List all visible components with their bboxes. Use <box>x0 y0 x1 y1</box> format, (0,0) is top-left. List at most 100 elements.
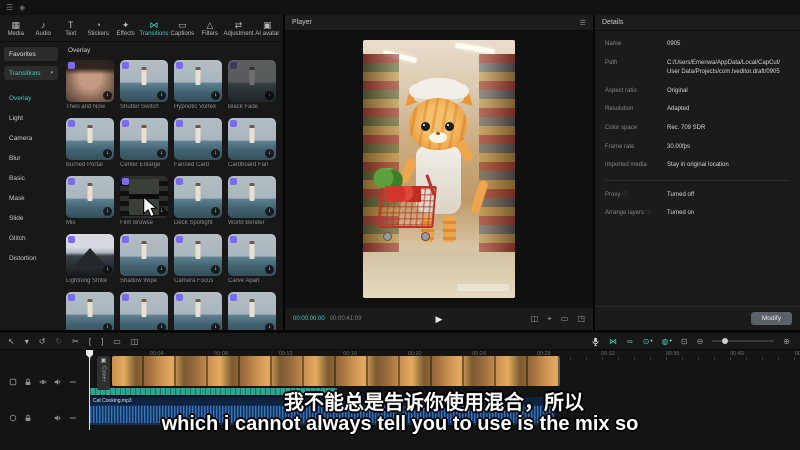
lock-icon[interactable] <box>24 414 32 422</box>
freeze-button[interactable]: ◫ <box>131 337 139 346</box>
zoom-in-icon[interactable]: ⊕ <box>783 337 790 346</box>
transition-item[interactable]: ↓ <box>228 292 276 330</box>
mute-icon[interactable] <box>54 414 62 422</box>
transition-item[interactable]: ↓ <box>120 292 168 330</box>
transition-thumbnail[interactable]: ↓ <box>228 118 276 160</box>
zoom-out-icon[interactable]: ⊖ <box>697 337 704 346</box>
transition-thumbnail[interactable]: ↓ <box>120 234 168 276</box>
transition-thumbnail[interactable]: ↓ <box>66 292 114 330</box>
transition-item[interactable]: ↓ Cardboard Fan <box>228 118 276 168</box>
transition-thumbnail[interactable]: ↓ <box>228 292 276 330</box>
transition-thumbnail[interactable]: ↓ <box>174 176 222 218</box>
capcut-window: ☰ ◈ ▦ Media ♪ Audio T Text ◔ Stickers ✦ <box>0 0 800 450</box>
mute-icon[interactable] <box>54 378 62 386</box>
screen-icon[interactable]: ⊡ <box>681 337 688 346</box>
transition-item[interactable]: ↓ Hypnotic Vortex <box>174 60 222 110</box>
timeline-zoom-slider[interactable] <box>712 340 774 342</box>
transition-thumbnail[interactable]: ↓ <box>66 176 114 218</box>
sidebar-item-mask[interactable]: Mask <box>0 188 62 208</box>
transition-thumbnail[interactable]: ↓ <box>228 176 276 218</box>
transition-item[interactable]: ↓ Lightning Strike <box>66 234 114 284</box>
transition-thumbnail[interactable]: ↓ <box>120 292 168 330</box>
select-tool[interactable]: ↖ <box>8 337 15 346</box>
transition-thumbnail[interactable]: ↓ <box>120 118 168 160</box>
favorites-button[interactable]: Favorites <box>4 47 58 61</box>
transition-item[interactable]: ↓ Shadow Wipe <box>120 234 168 284</box>
details-body: Name 0905 Path C:/Users/Emenwa/AppData/L… <box>595 31 800 237</box>
record-voiceover-icon[interactable] <box>591 337 600 346</box>
transition-item[interactable]: ↓ Center Enlarge <box>120 118 168 168</box>
preview-axis-toggle[interactable]: ⊙▾ <box>643 337 653 346</box>
transition-item[interactable]: ↓ Carve Apart <box>228 234 276 284</box>
linking-toggle[interactable]: ∞ <box>627 337 634 346</box>
transition-thumbnail[interactable]: ↓ <box>120 60 168 102</box>
tab-transitions[interactable]: ⋈ Transitions <box>139 20 168 37</box>
hide-track-icon[interactable] <box>39 378 47 386</box>
tab-text[interactable]: T Text <box>57 20 84 37</box>
sidebar-item-glitch[interactable]: Glitch <box>0 228 62 248</box>
transition-item[interactable]: ↓ Shutter Switch <box>120 60 168 110</box>
zoom-slider-knob[interactable] <box>722 338 728 344</box>
transition-item[interactable]: ↓ <box>174 292 222 330</box>
lock-icon[interactable] <box>24 378 32 386</box>
tab-filters[interactable]: △ Filters <box>196 20 223 37</box>
transition-item[interactable]: ↓ Camera Focus <box>174 234 222 284</box>
transition-item[interactable]: ↓ Burned Portal <box>66 118 114 168</box>
transition-item[interactable]: ↓ Mix <box>66 176 114 226</box>
player-menu-icon[interactable]: ☰ <box>580 19 586 27</box>
delete-button[interactable]: ▭ <box>113 337 121 346</box>
tab-audio[interactable]: ♪ Audio <box>29 20 56 37</box>
tab-stickers[interactable]: ◔ Stickers <box>84 20 111 37</box>
tab-adjustment[interactable]: ⇄ Adjustment <box>224 20 254 37</box>
play-button[interactable]: ▶ <box>436 314 443 325</box>
player-video-preview[interactable] <box>363 40 515 298</box>
transition-label: Carve Apart <box>228 278 276 284</box>
transition-thumbnail[interactable]: ↓ <box>66 234 114 276</box>
sidebar-item-basic[interactable]: Basic <box>0 168 62 188</box>
transition-thumbnail[interactable]: ↓ <box>66 60 114 102</box>
transition-thumbnail[interactable]: ↓ <box>174 292 222 330</box>
transition-thumbnail[interactable]: ↓ <box>174 60 222 102</box>
ratio-icon[interactable]: ▭ <box>561 314 569 324</box>
menu-icon[interactable]: ☰ <box>6 3 13 12</box>
sidebar-item-blur[interactable]: Blur <box>0 148 62 168</box>
sidebar-item-camera[interactable]: Camera <box>0 128 62 148</box>
subtitle-english: which i cannot always tell you to use is… <box>162 413 639 436</box>
delete-left-button[interactable]: [ <box>89 337 91 346</box>
cover-button[interactable]: ▣ Cover <box>97 356 110 390</box>
tab-effects[interactable]: ✦ Effects <box>112 20 139 37</box>
split-button[interactable]: ✂ <box>72 337 79 346</box>
transition-item[interactable]: ↓ Black Fade <box>228 60 276 110</box>
tab-media[interactable]: ▦ Media <box>2 20 29 37</box>
transition-item[interactable]: ↓ World Bender <box>228 176 276 226</box>
snapping-toggle[interactable]: ⋈ <box>609 337 618 346</box>
transition-item[interactable]: ↓ <box>66 292 114 330</box>
fullscreen-icon[interactable]: ◳ <box>577 314 585 324</box>
select-tool-caret[interactable]: ▾ <box>25 337 29 346</box>
sidebar-item-overlay[interactable]: Overlay <box>0 88 62 108</box>
modify-button[interactable]: Modify <box>751 312 792 325</box>
transition-thumbnail[interactable]: ↓ <box>174 234 222 276</box>
delete-right-button[interactable]: ] <box>101 337 103 346</box>
undo-button[interactable]: ↺ <box>39 337 46 346</box>
category-dropdown[interactable]: Transitions ▾ <box>4 66 58 80</box>
transition-thumbnail[interactable]: ↓ <box>174 118 222 160</box>
transition-thumbnail[interactable]: ↓ <box>228 234 276 276</box>
video-clip[interactable] <box>112 356 560 386</box>
transition-item[interactable]: ↓ Fanned Card <box>174 118 222 168</box>
frame-icon[interactable]: ◫ <box>531 314 539 324</box>
tab-ai-avatar[interactable]: ▣ AI avatar <box>254 20 281 37</box>
sidebar-item-slide[interactable]: Slide <box>0 208 62 228</box>
redo-button[interactable]: ↻ <box>55 337 62 346</box>
sidebar-item-distortion[interactable]: Distortion <box>0 248 62 268</box>
tab-captions[interactable]: ▭ Captions <box>169 20 196 37</box>
focus-icon[interactable]: ⌖ <box>547 314 552 324</box>
sidebar-item-light[interactable]: Light <box>0 108 62 128</box>
playhead-line[interactable] <box>89 350 90 430</box>
transition-item[interactable]: ↓ Deck Spotlight <box>174 176 222 226</box>
transitions-sidebar: Favorites Transitions ▾ OverlayLightCame… <box>0 42 62 330</box>
transition-thumbnail[interactable]: ↓ <box>228 60 276 102</box>
transition-item[interactable]: ↓ Then and Now <box>66 60 114 110</box>
transition-thumbnail[interactable]: ↓ <box>66 118 114 160</box>
auto-ripple-toggle[interactable]: ◍▾ <box>662 337 672 346</box>
